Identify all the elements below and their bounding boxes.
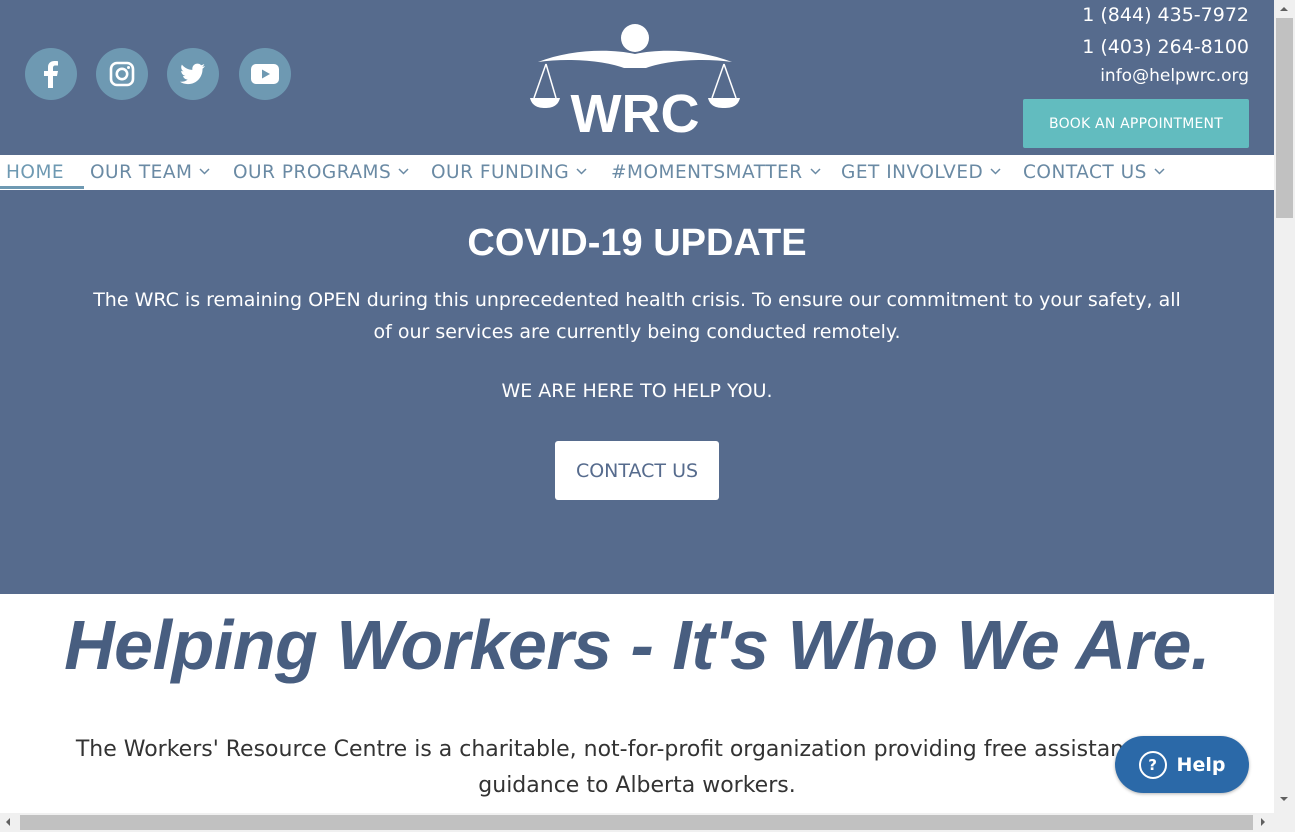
facebook-icon[interactable] [25, 48, 77, 100]
nav-item-label: OUR TEAM [90, 162, 193, 183]
chevron-down-icon [990, 168, 1001, 175]
wrc-logo[interactable]: WRC [528, 20, 742, 144]
phone-tollfree[interactable]: 1 (844) 435-7972 [1082, 4, 1249, 26]
question-icon: ? [1138, 750, 1167, 779]
nav-item-contact-us[interactable]: CONTACT US [1023, 162, 1165, 190]
chevron-down-icon [1154, 168, 1165, 175]
chevron-down-icon [199, 168, 210, 175]
horizontal-scrollbar-thumb[interactable] [20, 815, 1253, 830]
scroll-down-arrow-icon[interactable] [1278, 795, 1290, 803]
nav-item-label: CONTACT US [1023, 162, 1147, 183]
book-appointment-button[interactable]: BOOK AN APPOINTMENT [1023, 99, 1249, 148]
nav-item-label: OUR PROGRAMS [233, 162, 392, 183]
chevron-down-icon [398, 168, 409, 175]
covid-subtext: WE ARE HERE TO HELP YOU. [501, 380, 773, 402]
nav-item-label: #MOMENTSMATTER [611, 162, 803, 183]
main-nav: HOME OUR TEAM OUR PROGRAMS OUR FUNDING #… [0, 155, 1274, 190]
phone-local[interactable]: 1 (403) 264-8100 [1082, 36, 1249, 58]
covid-text: The WRC is remaining OPEN during this un… [93, 289, 1181, 343]
nav-item-our-programs[interactable]: OUR PROGRAMS [233, 162, 409, 190]
contact-us-button[interactable]: CONTACT US [555, 441, 719, 500]
nav-active-indicator [0, 186, 84, 189]
help-label: Help [1176, 753, 1226, 776]
nav-item-get-involved[interactable]: GET INVOLVED [841, 162, 1001, 190]
vertical-scrollbar-thumb[interactable] [1276, 18, 1293, 218]
page-tagline: Helping Workers - It's Who We Are. [64, 606, 1210, 684]
scroll-left-arrow-icon[interactable] [4, 816, 12, 828]
twitter-icon[interactable] [167, 48, 219, 100]
nav-item-our-team[interactable]: OUR TEAM [90, 162, 210, 190]
nav-item-label: HOME [6, 162, 65, 183]
instagram-icon[interactable] [96, 48, 148, 100]
help-button[interactable]: ? Help [1115, 736, 1249, 793]
nav-item-label: OUR FUNDING [431, 162, 570, 183]
logo-text: WRC [571, 84, 700, 138]
nav-item-momentsmatter[interactable]: #MOMENTSMATTER [611, 162, 821, 190]
intro-text: The Workers' Resource Centre is a charit… [75, 737, 1199, 798]
nav-item-our-funding[interactable]: OUR FUNDING [431, 162, 587, 190]
chevron-down-icon [576, 168, 587, 175]
nav-item-label: GET INVOLVED [841, 162, 984, 183]
browser-viewport: WRC 1 (844) 435-7972 1 (403) 264-8100 in… [0, 0, 1274, 813]
scroll-right-arrow-icon[interactable] [1259, 816, 1267, 828]
email-link[interactable]: info@helpwrc.org [1100, 66, 1249, 86]
youtube-icon[interactable] [239, 48, 291, 100]
covid-title: COVID-19 UPDATE [467, 222, 807, 264]
scroll-up-arrow-icon[interactable] [1278, 5, 1290, 13]
chevron-down-icon [810, 168, 821, 175]
